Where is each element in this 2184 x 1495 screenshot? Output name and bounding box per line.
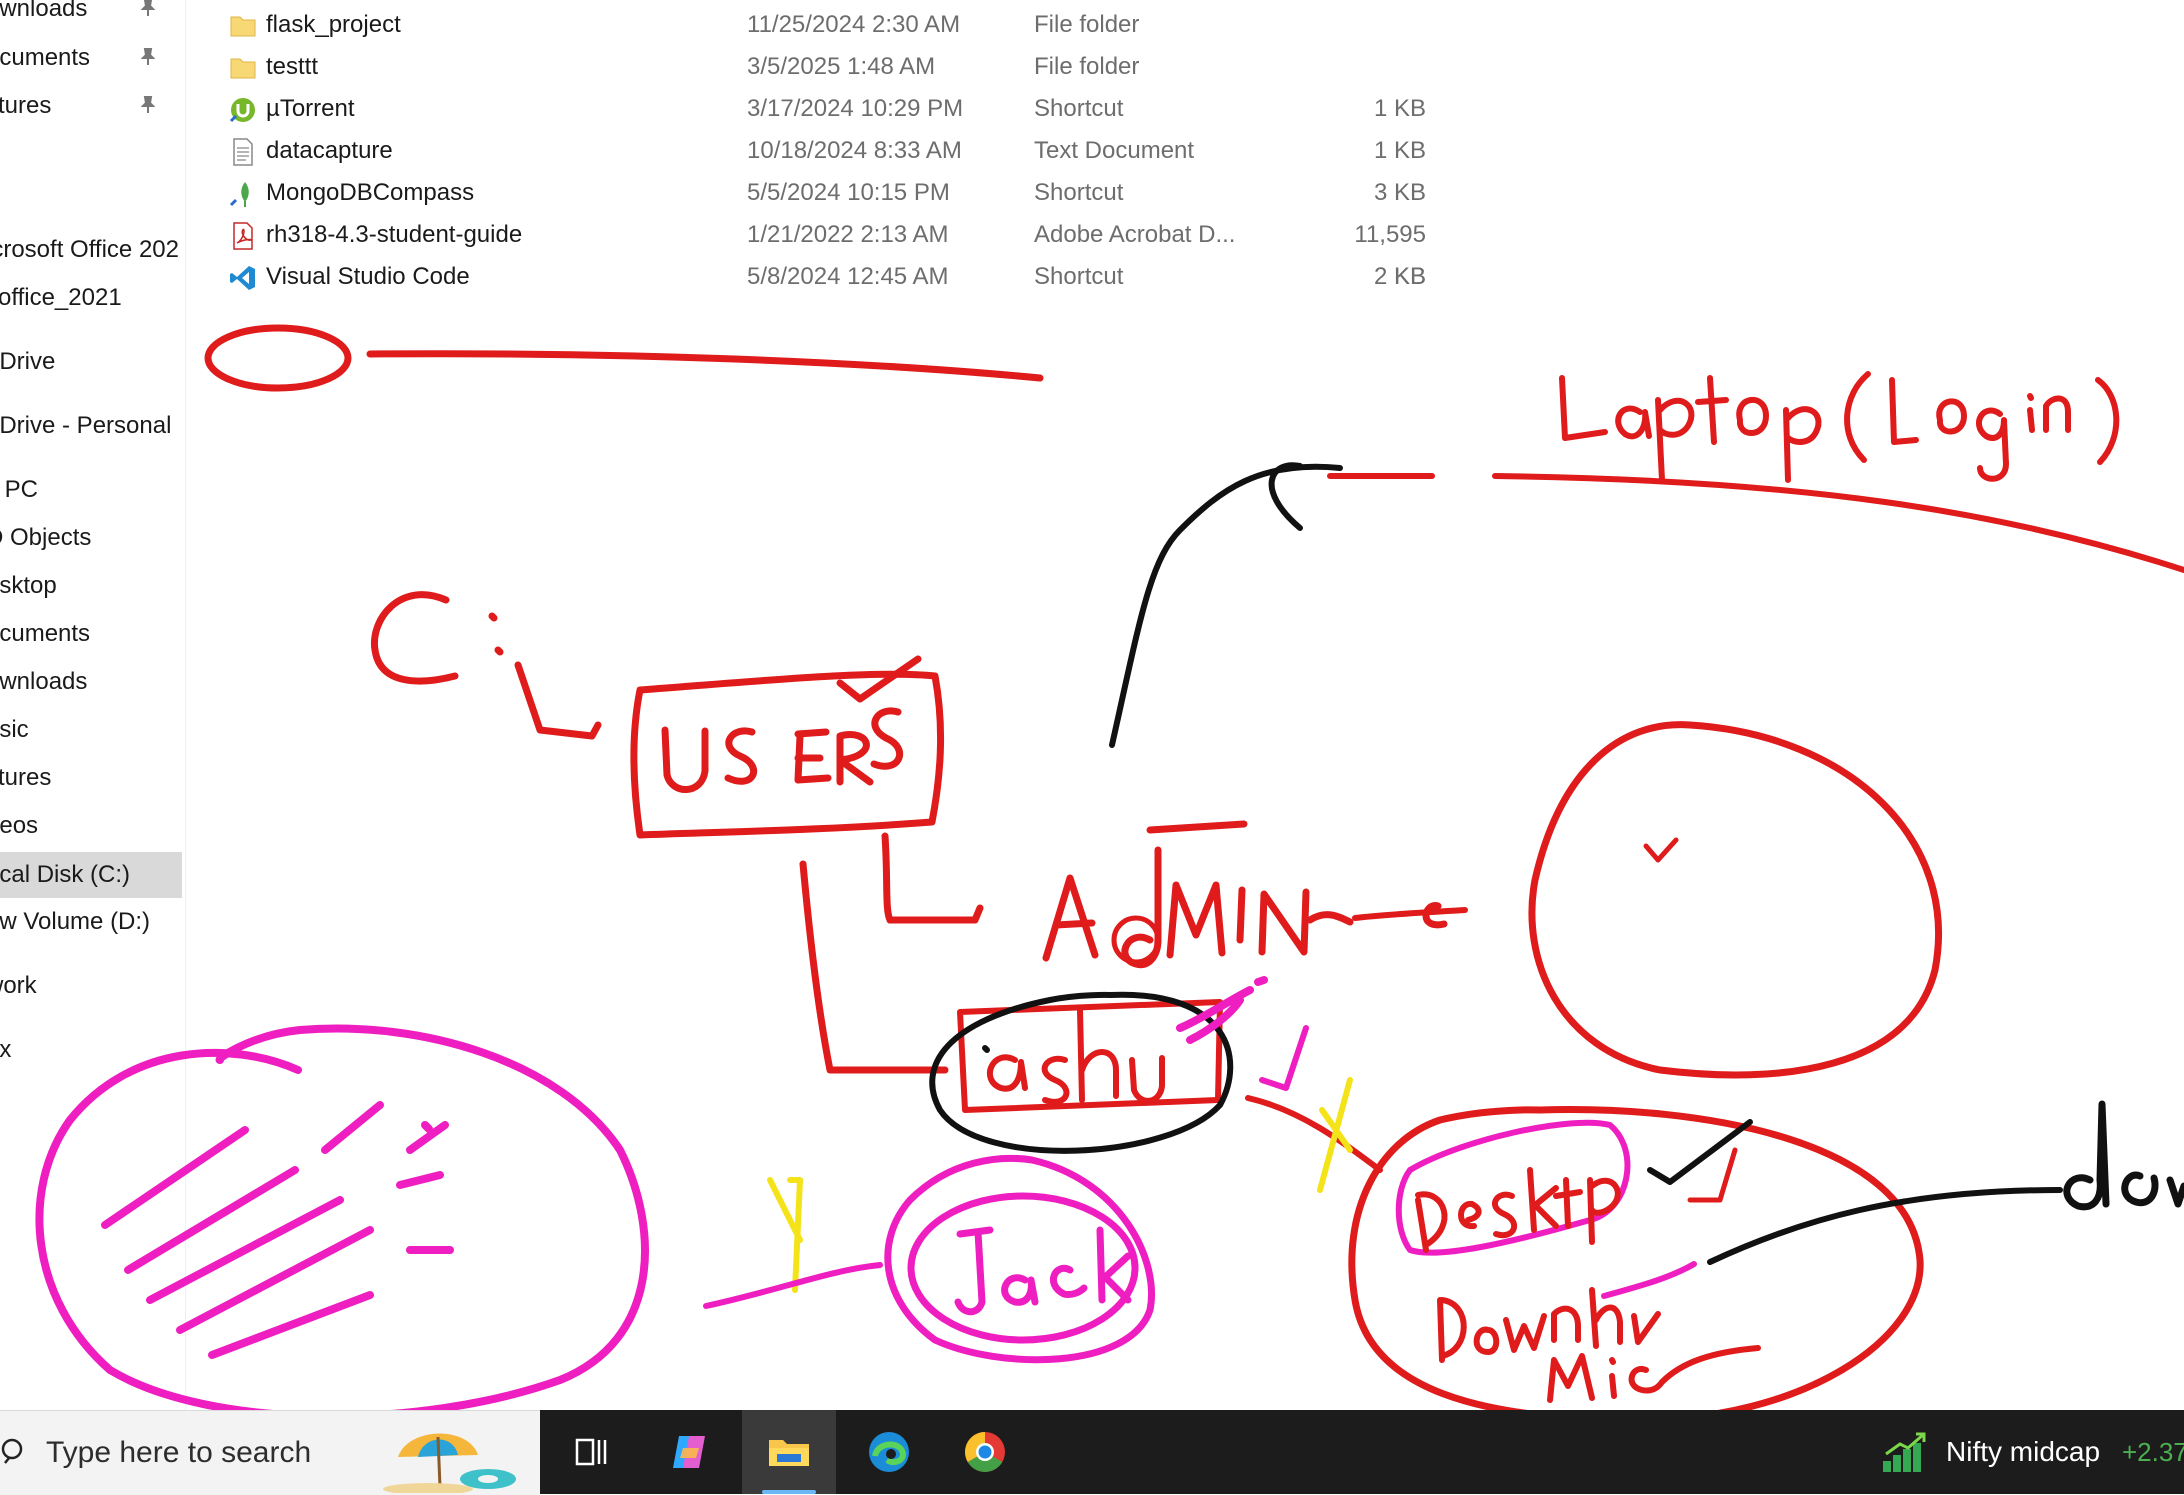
nav-item-downloads-pinned[interactable]: ownloads <box>0 0 182 30</box>
nav-item-videos[interactable]: deos <box>0 805 182 847</box>
copilot-button[interactable] <box>642 1410 736 1494</box>
edge-button[interactable] <box>842 1410 936 1494</box>
nav-item-c[interactable]: c <box>0 181 182 223</box>
red-oval-and-line <box>204 324 1044 392</box>
nav-item-linux[interactable]: ux <box>0 1029 182 1071</box>
handwriting-laptop-login <box>1559 371 2120 483</box>
nav-item-downloads[interactable]: ownloads <box>0 661 182 703</box>
file-row-testtt[interactable]: testtt 3/5/2025 1:48 AM File folder <box>220 46 1460 88</box>
stock-chart-icon <box>1883 1432 1926 1472</box>
red-big-circle <box>1528 721 1943 1079</box>
users-box <box>630 655 945 839</box>
yellow-x-mark <box>1317 1077 1353 1193</box>
pin-icon <box>140 48 156 65</box>
ashu-box <box>929 991 1234 1154</box>
nav-item-msoffice-2021[interactable]: soffice_2021 <box>0 277 182 319</box>
chrome-icon <box>965 1432 1005 1472</box>
black-arrow-line <box>1707 1187 2063 1265</box>
handwriting-c-drive <box>370 591 602 740</box>
red-long-line <box>1492 473 2184 573</box>
branch-to-ashu <box>799 860 949 1074</box>
nav-item-documents-pinned[interactable]: ocuments <box>0 37 182 79</box>
nav-item-onedrive[interactable]: eDrive <box>0 341 182 383</box>
file-row-utorrent[interactable]: µTorrent 3/17/2024 10:29 PM Shortcut 1 K… <box>220 88 1460 130</box>
red-check-mark <box>1643 837 1679 863</box>
magenta-mark <box>1176 976 1268 1044</box>
search-icon <box>1 1438 23 1464</box>
file-list: flask_project 11/25/2024 2:30 AM File fo… <box>220 0 1480 300</box>
ticker-value: +2.37 <box>2122 1437 2184 1467</box>
nav-item-documents[interactable]: ocuments <box>0 613 182 655</box>
nav-item-a[interactable]: \ <box>0 133 182 175</box>
branch-to-admin <box>881 832 984 924</box>
nav-item-new-volume-d[interactable]: ew Volume (D:) <box>0 901 182 943</box>
nav-item-music[interactable]: usic <box>0 709 182 751</box>
mongodb-icon <box>229 182 249 207</box>
copilot-icon <box>673 1436 705 1468</box>
pin-icon <box>140 0 156 16</box>
red-small-circle <box>1111 915 1161 965</box>
jack-circle <box>884 1154 1155 1364</box>
nav-item-3d-objects[interactable]: D Objects <box>0 517 182 559</box>
nav-item-network[interactable]: work <box>0 965 182 1007</box>
file-row-rh318-student-guide[interactable]: rh318-4.3-student-guide 1/21/2022 2:13 A… <box>220 214 1460 290</box>
nav-item-onedrive-personal[interactable]: eDrive - Personal <box>0 405 182 447</box>
text-document-icon <box>233 138 253 166</box>
task-view-icon <box>575 1438 607 1466</box>
file-row-datacapture[interactable]: datacapture 10/18/2024 8:33 AM Text Docu… <box>220 130 1460 172</box>
pin-icon <box>140 96 156 113</box>
ticker-name: Nifty midcap <box>1946 1436 2101 1467</box>
desktop-downloads-circle <box>1348 1106 1924 1410</box>
nav-item-desktop[interactable]: esktop <box>0 565 182 607</box>
navigation-pane: ownloads ocuments ctures \ c icrosoft Of… <box>0 0 186 1410</box>
yellow-x-mark <box>767 1177 803 1293</box>
search-placeholder: Type here to search <box>46 1436 312 1469</box>
handwriting-admin <box>1042 820 1448 969</box>
beach-umbrella-icon <box>383 1433 516 1493</box>
admin-arrow <box>1352 907 1468 921</box>
file-row-visual-studio-code[interactable]: Visual Studio Code 5/8/2024 12:45 AM Sho… <box>220 256 1460 298</box>
file-explorer-icon <box>769 1440 809 1466</box>
nav-item-this-pc[interactable]: s PC <box>0 469 182 511</box>
taskbar-search-box[interactable]: Type here to search <box>0 1410 540 1495</box>
stock-ticker-widget[interactable]: Nifty midcap +2.37 <box>1880 1410 2184 1494</box>
nav-item-local-disk-c[interactable]: ocal Disk (C:) <box>0 852 182 898</box>
nav-item-microsoft-office[interactable]: icrosoft Office 202 <box>0 229 182 271</box>
nav-item-pictures[interactable]: ctures <box>0 757 182 799</box>
utorrent-icon <box>229 98 255 123</box>
edge-icon <box>869 1432 909 1472</box>
file-row-flask-project[interactable]: flask_project 11/25/2024 2:30 AM File fo… <box>220 4 1460 46</box>
file-row-mongodbcompass[interactable]: MongoDBCompass 5/5/2024 10:15 PM Shortcu… <box>220 172 1460 214</box>
file-explorer-button[interactable] <box>742 1410 836 1494</box>
taskbar: Type here to search Nifty midcap +2.37 <box>0 1410 2184 1495</box>
pdf-icon <box>233 222 253 250</box>
magenta-line-to-jack <box>703 1262 883 1309</box>
magenta-check <box>1259 1025 1309 1091</box>
chrome-button[interactable] <box>938 1410 1032 1494</box>
task-view-button[interactable] <box>542 1410 636 1494</box>
folder-icon <box>230 58 256 79</box>
folder-icon <box>230 16 256 37</box>
nav-item-pictures-pinned[interactable]: ctures <box>0 85 182 127</box>
red-check-small <box>1687 1147 1738 1203</box>
black-check <box>1647 1119 1753 1185</box>
vscode-icon <box>230 266 255 290</box>
black-curve <box>1109 462 1343 748</box>
handwriting-dow <box>2063 1100 2184 1211</box>
red-link-line <box>1245 1095 1383 1173</box>
